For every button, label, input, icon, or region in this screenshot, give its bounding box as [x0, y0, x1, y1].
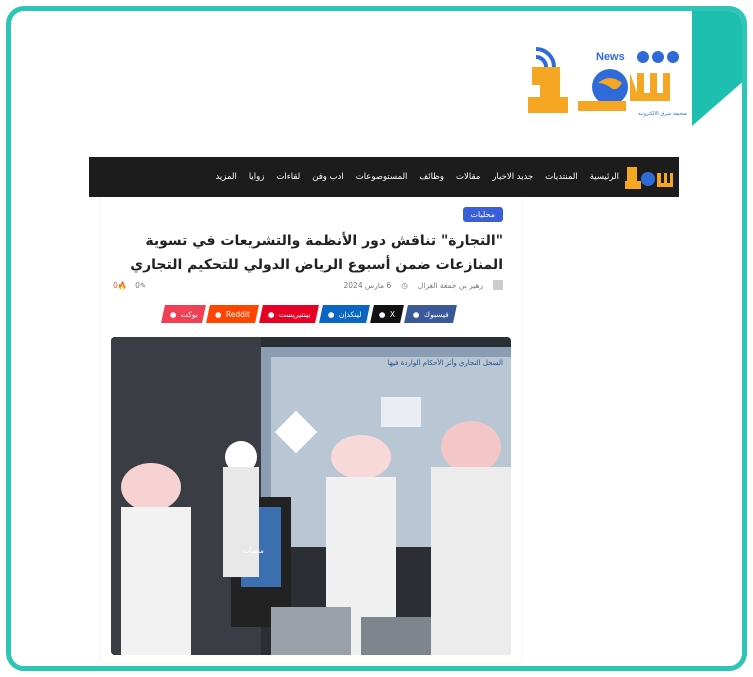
article-card: محليات "التجارة" تناقش دور الأنظمة والتش…: [101, 197, 521, 663]
share-label: بوكت: [180, 309, 198, 319]
photo-illustration: [111, 337, 511, 655]
nav-item-art[interactable]: ادب وفن: [312, 172, 344, 182]
comments-icon: ✎: [139, 280, 147, 290]
article-title[interactable]: "التجارة" تناقش دور الأنظمة والتشريعات ف…: [113, 229, 503, 277]
navbar-logo[interactable]: [623, 161, 675, 193]
podium-text: منشآت: [243, 547, 264, 555]
share-button-3[interactable]: ● بينتيريست: [259, 305, 319, 323]
article-meta: زهير بن جمعة الغزال ◷ 6 مارس 2024 ✎0 🔥0: [113, 277, 503, 293]
share-label: X: [389, 309, 395, 319]
share-button-2[interactable]: ● لينكدإن: [319, 305, 370, 323]
navbar-logo-icon: [625, 167, 673, 189]
meta-stats: ✎0 🔥0: [113, 281, 146, 290]
article-photo[interactable]: السجل التجاري وأثر الأحكام الواردة فيها …: [111, 337, 511, 655]
nav-item-jobs[interactable]: وظائف: [419, 172, 444, 182]
reddit-icon: ●: [215, 309, 222, 319]
pinterest-icon: ●: [268, 309, 275, 319]
fire-icon: 🔥: [117, 280, 128, 290]
publish-date: 6 مارس 2024: [343, 280, 392, 290]
x-icon: ●: [379, 309, 386, 319]
author-avatar-icon: [493, 280, 503, 290]
nav-item-corners[interactable]: زوايا: [249, 172, 265, 182]
share-button-0[interactable]: ● فيسبوك: [403, 305, 458, 323]
share-label: لينكدإن: [338, 309, 362, 319]
nav-item-home[interactable]: الرئيسية: [590, 172, 619, 182]
share-button-4[interactable]: ● Reddit: [206, 305, 259, 323]
nav-item-interviews[interactable]: لقاءات: [276, 172, 300, 182]
site-navbar: الرئيسية المنتديات جديد الاخبار مقالات و…: [89, 157, 679, 197]
facebook-icon: ●: [412, 309, 420, 319]
card-frame: News صحيفة شرق الالكترونية الرئيسية المن…: [6, 6, 747, 671]
corner-accent: [692, 11, 742, 126]
date-icon: ◷: [401, 280, 408, 290]
brand-logo[interactable]: News صحيفة شرق الالكترونية: [518, 39, 688, 121]
author-name[interactable]: زهير بن جمعة الغزال: [418, 281, 483, 290]
share-label: فيسبوك: [423, 309, 449, 319]
comments-count[interactable]: ✎0: [135, 281, 146, 290]
share-button-1[interactable]: ● X: [370, 305, 404, 323]
nav-item-topics[interactable]: المستوصوعات: [356, 172, 408, 182]
nav-item-forums[interactable]: المنتديات: [545, 172, 577, 182]
linkedin-icon: ●: [328, 309, 335, 319]
share-button-5[interactable]: ● بوكت: [161, 305, 207, 323]
nav-item-more[interactable]: المزيد: [215, 172, 236, 182]
screen-heading: السجل التجاري وأثر الأحكام الواردة فيها: [387, 359, 503, 367]
nav-menu: الرئيسية المنتديات جديد الاخبار مقالات و…: [215, 157, 619, 197]
nav-item-news[interactable]: جديد الاخبار: [492, 172, 533, 182]
nav-item-articles[interactable]: مقالات: [456, 172, 480, 182]
logo-news-text: News: [596, 51, 625, 63]
article-screenshot: الرئيسية المنتديات جديد الاخبار مقالات و…: [89, 153, 679, 663]
logo-subtitle: صحيفة شرق الالكترونية: [638, 111, 687, 117]
share-label: Reddit: [226, 309, 251, 319]
views-count: 🔥0: [113, 281, 127, 290]
pocket-icon: ●: [170, 309, 177, 319]
category-tag[interactable]: محليات: [462, 207, 503, 222]
share-bar: ● فيسبوك ● X ● لينكدإن ● بينتيريست ● Reddit ● بوكت: [161, 305, 458, 323]
share-label: بينتيريست: [278, 309, 311, 319]
